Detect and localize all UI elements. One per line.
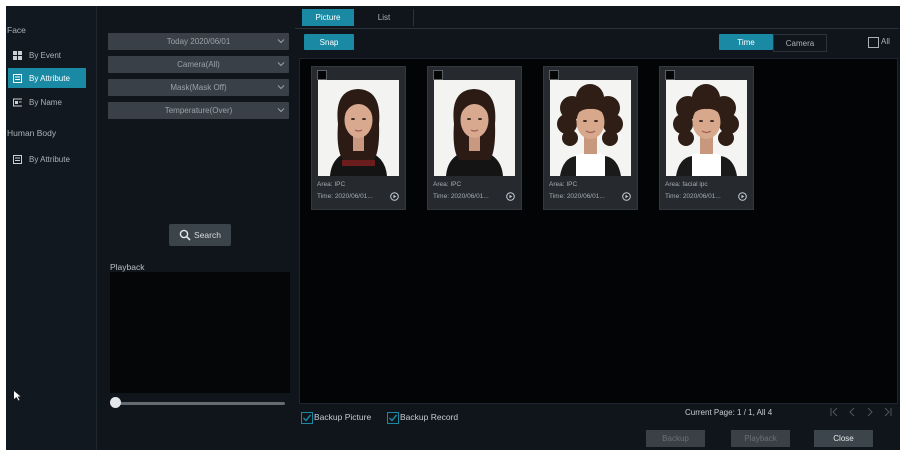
card-time: Time: 2020/06/01... bbox=[433, 193, 489, 200]
checkmark-icon bbox=[303, 414, 312, 422]
snapshot-card[interactable]: Area: IPC Time: 2020/06/01... bbox=[311, 66, 406, 210]
last-page-icon[interactable] bbox=[883, 406, 893, 418]
face-photo bbox=[666, 80, 747, 176]
close-button[interactable]: Close bbox=[814, 430, 873, 447]
backup-button[interactable]: Backup bbox=[646, 430, 705, 447]
card-time: Time: 2020/06/01... bbox=[549, 193, 605, 200]
human-body-section-title: Human Body bbox=[7, 128, 57, 138]
search-button[interactable]: Search bbox=[169, 224, 231, 246]
card-time: Time: 2020/06/01... bbox=[317, 193, 373, 200]
sidebar-item-by-attribute[interactable]: By Attribute bbox=[8, 68, 86, 88]
mask-select[interactable]: Mask(Mask Off) bbox=[108, 79, 289, 96]
sidebar-item-label: By Attribute bbox=[29, 154, 70, 164]
grid-icon bbox=[13, 50, 22, 60]
card-checkbox[interactable] bbox=[433, 70, 443, 80]
list-icon bbox=[13, 73, 22, 83]
backup-picture-label: Backup Picture bbox=[314, 412, 372, 422]
next-page-icon[interactable] bbox=[865, 406, 875, 418]
sidebar-item-body-by-attribute[interactable]: By Attribute bbox=[8, 149, 86, 169]
backup-picture-checkbox[interactable] bbox=[301, 412, 313, 424]
mouse-cursor-icon bbox=[14, 391, 21, 401]
playback-slider-track[interactable] bbox=[117, 402, 285, 405]
card-area: Area: facial ipc bbox=[665, 181, 708, 188]
play-icon[interactable] bbox=[622, 192, 631, 201]
snapshot-card[interactable]: Area: facial ipc Time: 2020/06/01... bbox=[659, 66, 754, 210]
filter-panel: Today 2020/06/01 Camera(All) Mask(Mask O… bbox=[103, 6, 293, 450]
sort-time-button[interactable]: Time bbox=[719, 34, 773, 50]
sidebar-item-label: By Attribute bbox=[29, 73, 70, 83]
sidebar-item-by-name[interactable]: By Name bbox=[8, 92, 86, 112]
tab-list[interactable]: List bbox=[358, 9, 410, 26]
face-section-title: Face bbox=[7, 25, 26, 35]
sidebar-item-label: By Name bbox=[29, 97, 62, 107]
mask-select-value: Mask(Mask Off) bbox=[170, 83, 227, 92]
playback-slider-handle[interactable] bbox=[110, 397, 121, 408]
chevron-down-icon bbox=[277, 39, 285, 44]
list-icon bbox=[13, 154, 22, 164]
sidebar: Face By Event By Attribute By Name Human… bbox=[6, 6, 97, 450]
date-select[interactable]: Today 2020/06/01 bbox=[108, 33, 289, 50]
face-photo bbox=[550, 80, 631, 176]
snapshot-card[interactable]: Area: IPC Time: 2020/06/01... bbox=[427, 66, 522, 210]
first-page-icon[interactable] bbox=[829, 406, 839, 418]
page-info: Current Page: 1 / 1, All 4 bbox=[685, 408, 773, 417]
search-icon bbox=[179, 229, 191, 241]
select-all-label: All bbox=[881, 37, 890, 46]
select-all-checkbox[interactable] bbox=[868, 37, 879, 48]
search-button-label: Search bbox=[194, 230, 221, 240]
playback-label: Playback bbox=[110, 262, 145, 272]
backup-record-label: Backup Record bbox=[400, 412, 459, 422]
tab-underline bbox=[295, 28, 899, 29]
chevron-down-icon bbox=[277, 85, 285, 90]
tab-divider bbox=[413, 9, 414, 26]
temperature-select[interactable]: Temperature(Over) bbox=[108, 102, 289, 119]
tab-picture[interactable]: Picture bbox=[302, 9, 354, 26]
card-area: Area: IPC bbox=[549, 181, 578, 188]
card-checkbox[interactable] bbox=[665, 70, 675, 80]
card-time: Time: 2020/06/01... bbox=[665, 193, 721, 200]
snap-button[interactable]: Snap bbox=[304, 34, 354, 50]
temperature-select-value: Temperature(Over) bbox=[164, 106, 233, 115]
play-icon[interactable] bbox=[506, 192, 515, 201]
card-checkbox[interactable] bbox=[317, 70, 327, 80]
checkmark-icon bbox=[389, 414, 398, 422]
id-card-icon bbox=[13, 98, 22, 107]
backup-record-checkbox[interactable] bbox=[387, 412, 399, 424]
playback-video bbox=[110, 272, 290, 393]
previous-page-icon[interactable] bbox=[847, 406, 857, 418]
date-select-value: Today 2020/06/01 bbox=[166, 37, 231, 46]
card-area: Area: IPC bbox=[317, 181, 346, 188]
snapshot-card[interactable]: Area: IPC Time: 2020/06/01... bbox=[543, 66, 638, 210]
sidebar-item-by-event[interactable]: By Event bbox=[8, 45, 86, 65]
chevron-down-icon bbox=[277, 62, 285, 67]
playback-button[interactable]: Playback bbox=[731, 430, 790, 447]
chevron-down-icon bbox=[277, 108, 285, 113]
card-area: Area: IPC bbox=[433, 181, 462, 188]
play-icon[interactable] bbox=[390, 192, 399, 201]
face-photo bbox=[318, 80, 399, 176]
app-window: Face By Event By Attribute By Name Human… bbox=[6, 6, 900, 450]
camera-select-value: Camera(All) bbox=[177, 60, 220, 69]
face-photo bbox=[434, 80, 515, 176]
sidebar-item-label: By Event bbox=[29, 50, 62, 60]
camera-select[interactable]: Camera(All) bbox=[108, 56, 289, 73]
picture-grid: Area: IPC Time: 2020/06/01... Area: IPC … bbox=[299, 58, 898, 404]
card-checkbox[interactable] bbox=[549, 70, 559, 80]
play-icon[interactable] bbox=[738, 192, 747, 201]
sort-camera-button[interactable]: Camera bbox=[773, 34, 827, 52]
